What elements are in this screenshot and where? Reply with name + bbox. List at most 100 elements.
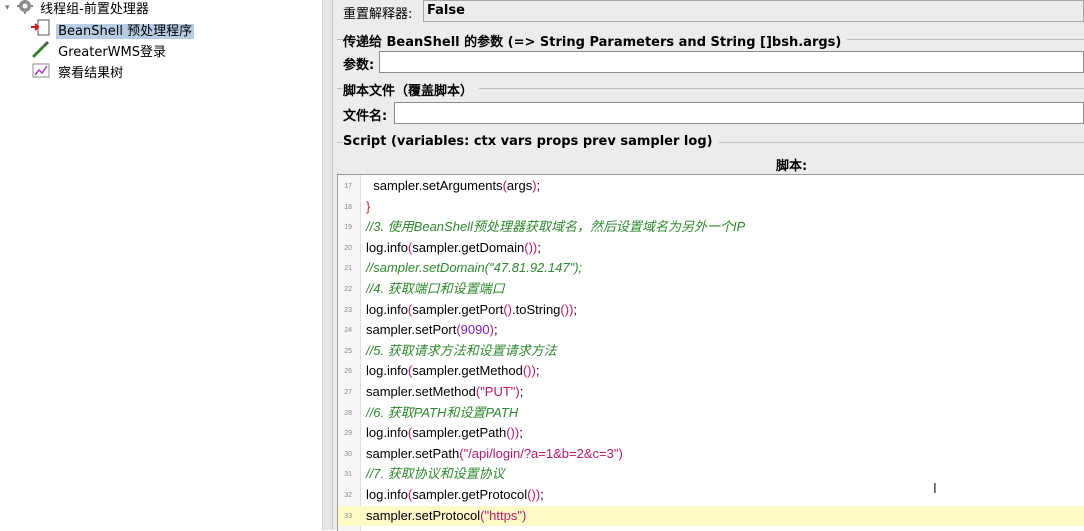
code-line[interactable]: 31 //7. 获取协议和设置协议 xyxy=(338,464,1084,484)
code-line[interactable]: 24 sampler.setPort(9090); xyxy=(338,320,1084,340)
code-token: ()) xyxy=(560,301,574,317)
code-token: sampler.setPort xyxy=(366,322,457,338)
pane-splitter[interactable] xyxy=(322,0,333,530)
code-token: "PUT" xyxy=(480,384,516,399)
tree-item-label: 察看结果树 xyxy=(58,66,124,81)
code-line[interactable]: 28 //6. 获取PATH和设置PATH xyxy=(338,403,1084,423)
code-token: args xyxy=(506,178,533,193)
code-line[interactable]: 29 log.info(sampler.getPath()); xyxy=(338,423,1084,443)
code-line[interactable]: 19 //3. 使用BeanShell预处理器获取域名，然后设置域名为另外一个IP xyxy=(338,217,1084,237)
code-token: ; xyxy=(540,487,544,502)
code-text: //sampler.setDomain("47.81.92.147"); xyxy=(366,258,582,278)
line-number: 33 xyxy=(344,512,352,520)
code-token: sampler.setProtocol xyxy=(366,507,481,523)
collapse-toggle-icon[interactable]: ▾ xyxy=(5,0,10,18)
tree-item-view-results-tree[interactable]: 察看结果树 xyxy=(30,60,125,81)
code-text: log.info(sampler.getProtocol()); xyxy=(366,485,544,505)
code-token: "/api/login/?a=1&b=2&c=3" xyxy=(463,445,619,461)
code-text: //4. 获取端口和设置端口 xyxy=(366,279,505,299)
code-token: sampler.getPath xyxy=(412,425,507,441)
code-token: //3. 使用BeanShell预处理器获取域名，然后设置域名为另外一个IP xyxy=(366,219,746,235)
code-line[interactable]: 30 sampler.setPath("/api/login/?a=1&b=2&c… xyxy=(338,444,1084,464)
code-text: sampler.setMethod("PUT"); xyxy=(366,382,523,402)
tree-item-thread-group[interactable]: 线程组-前置处理器 xyxy=(16,0,151,17)
script-editor[interactable]: 17 sampler.setArguments(args); 18} 19//3. … xyxy=(337,174,1084,531)
text-cursor-icon: I xyxy=(933,482,937,497)
tree-item-greaterwms-login[interactable]: GreaterWMS登录 xyxy=(30,39,168,60)
line-number: 20 xyxy=(344,244,352,252)
filename-label: 文件名: xyxy=(343,109,388,124)
code-token: ()) xyxy=(527,487,541,502)
code-token: sampler.getProtocol xyxy=(412,487,528,502)
code-line[interactable]: 33 sampler.setProtocol("https") xyxy=(338,505,1084,526)
tree-item-beanshell-preprocessor[interactable]: BeanShell 预处理程序 xyxy=(30,18,195,39)
line-number: 24 xyxy=(344,327,352,335)
code-token: sampler.getMethod xyxy=(412,363,523,379)
line-number: 23 xyxy=(344,306,352,314)
code-token: ) xyxy=(618,445,623,461)
result-tree-chart-icon xyxy=(30,60,52,87)
line-number: 22 xyxy=(344,286,352,293)
code-line[interactable]: 27 sampler.setMethod("PUT"); xyxy=(338,382,1084,402)
code-line[interactable]: 23 log.info(sampler.getPort().toString())… xyxy=(338,300,1084,320)
code-token: //5. 获取请求方法和设置请求方法 xyxy=(366,342,557,358)
code-token: log.info xyxy=(366,363,408,379)
params-group-title: 传递给 BeanShell 的参数 (=> String Parameters … xyxy=(343,31,848,50)
code-line[interactable]: 18} xyxy=(338,197,1084,217)
line-number: 31 xyxy=(344,471,352,479)
code-token: } xyxy=(366,198,371,214)
reset-interpreter-value: False xyxy=(427,3,465,18)
code-token: ; xyxy=(519,384,524,399)
code-token: sampler.setPath xyxy=(366,445,460,461)
code-token: //4. 获取端口和设置端口 xyxy=(366,281,505,296)
line-number: 32 xyxy=(344,492,352,499)
code-token: 9090 xyxy=(460,322,490,338)
code-line[interactable]: 25 //5. 获取请求方法和设置请求方法 xyxy=(338,341,1084,361)
code-token: "https" xyxy=(484,507,522,523)
reset-interpreter-select[interactable]: False xyxy=(423,0,1084,22)
code-token: ; xyxy=(536,178,541,193)
line-number: 21 xyxy=(344,265,352,273)
params-input[interactable] xyxy=(379,51,1084,73)
code-token: ; xyxy=(573,301,578,317)
code-line[interactable]: 26 log.info(sampler.getMethod()); xyxy=(338,361,1084,381)
code-line[interactable]: 32 log.info(sampler.getProtocol()); xyxy=(338,485,1084,505)
beanshell-config-panel: 重置解释器: False 传递给 BeanShell 的参数 (=> Strin… xyxy=(333,0,1084,531)
code-line[interactable]: 17 sampler.setArguments(args); xyxy=(338,176,1084,196)
code-token: ; xyxy=(537,239,541,255)
line-number: 19 xyxy=(344,224,352,232)
code-line[interactable]: 21 //sampler.setDomain("47.81.92.147"); xyxy=(338,258,1084,278)
code-text: //7. 获取协议和设置协议 xyxy=(366,464,505,484)
code-token: ()) xyxy=(506,425,520,441)
code-text: //5. 获取请求方法和设置请求方法 xyxy=(366,341,557,361)
line-number: 28 xyxy=(344,409,352,417)
code-text: log.info(sampler.getDomain()); xyxy=(366,238,541,258)
code-text: //3. 使用BeanShell预处理器获取域名，然后设置域名为另外一个IP xyxy=(366,217,745,237)
reset-interpreter-label: 重置解释器: xyxy=(343,7,413,22)
code-line[interactable]: 22 //4. 获取端口和设置端口 xyxy=(338,279,1084,299)
line-number: 18 xyxy=(344,203,352,211)
code-token: () xyxy=(503,301,512,317)
test-plan-tree[interactable]: ▾ 线程组-前置处理器 BeanShell 预处理程序 GreaterWMS登录… xyxy=(0,0,323,530)
code-token: ()) xyxy=(524,239,538,255)
filename-input[interactable] xyxy=(394,102,1084,124)
code-token: //6. 获取PATH和设置PATH xyxy=(366,404,519,420)
code-token: log.info xyxy=(366,239,408,255)
code-token: //sampler.setDomain("47.81.92.147"); xyxy=(366,260,583,276)
code-token: sampler.setArguments xyxy=(366,178,503,193)
code-token: sampler.getPort xyxy=(412,301,504,317)
code-text: sampler.setProtocol("https") xyxy=(366,506,526,526)
tree-item-label: BeanShell 预处理程序 xyxy=(56,24,195,39)
line-number: 30 xyxy=(344,450,352,458)
code-token: ; xyxy=(535,363,540,379)
code-text: log.info(sampler.getPort().toString()); xyxy=(366,300,577,320)
tree-item-label: 线程组-前置处理器 xyxy=(40,2,149,17)
code-line[interactable]: 20 log.info(sampler.getDomain()); xyxy=(338,238,1084,258)
code-token: log.info xyxy=(366,301,408,317)
code-token: ) xyxy=(521,507,527,523)
code-token: ; xyxy=(519,425,523,441)
code-text: } xyxy=(366,197,370,217)
line-number: 17 xyxy=(344,183,352,190)
code-token: ()) xyxy=(522,363,536,379)
code-text: sampler.setArguments(args); xyxy=(366,176,540,196)
